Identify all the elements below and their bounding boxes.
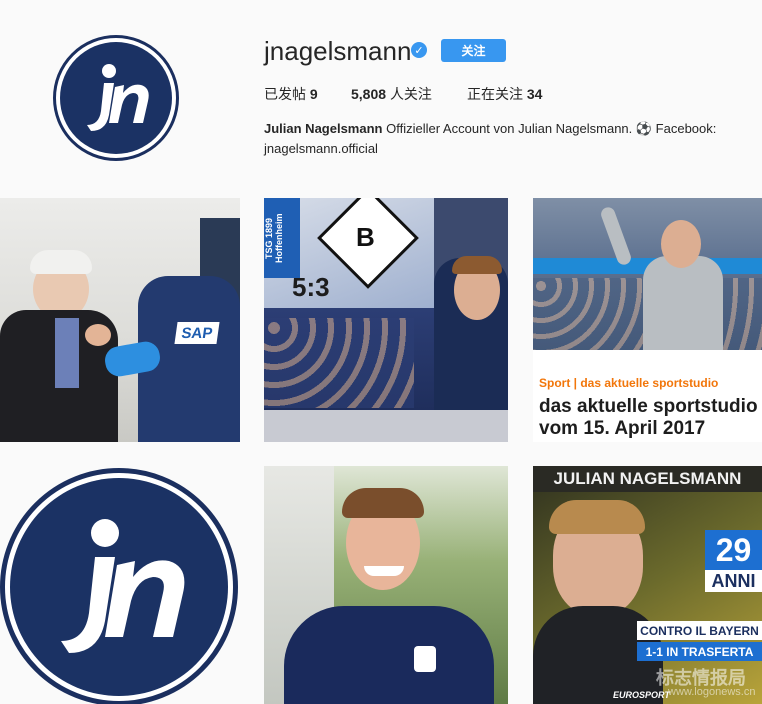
score-text: 5:3 [292, 272, 330, 302]
coach-hair [549, 500, 645, 534]
person-shirt [55, 318, 79, 388]
profile-avatar[interactable] [53, 35, 179, 161]
crest-letter: B [356, 222, 375, 252]
player-smile [364, 566, 404, 576]
posts-stat[interactable]: 已发帖 9 [264, 84, 318, 104]
post-tile-5[interactable] [264, 466, 508, 704]
profile-bio: Julian Nagelsmann Offizieller Account vo… [264, 119, 754, 159]
age-label: ANNI [705, 570, 762, 592]
username: jnagelsmann [264, 36, 412, 66]
post-tile-3[interactable]: Sport | das aktuelle sportstudio das akt… [533, 198, 762, 442]
headline-line1: CONTRO IL BAYERN [637, 621, 762, 640]
followers-count: 5,808 [351, 86, 387, 102]
follow-button[interactable]: 关注 [441, 39, 506, 62]
eurosport-logo: EUROSPORT [613, 690, 670, 700]
post-tile-1[interactable]: SAP [0, 198, 240, 442]
crowd [264, 318, 414, 408]
followers-stat[interactable]: 5,808 人关注 [351, 84, 432, 104]
following-label: 正在关注 [467, 86, 523, 102]
player-jersey [284, 606, 494, 704]
name-banner: JULIAN NAGELSMANN [533, 466, 762, 492]
post-tile-4[interactable] [0, 466, 240, 704]
jn-logo [10, 478, 228, 696]
verified-badge-icon: ✓ [411, 42, 427, 58]
person-hair [30, 250, 92, 274]
bio-name: Julian Nagelsmann [264, 121, 383, 136]
age-number: 29 [705, 530, 762, 570]
presenter-hair [452, 256, 502, 274]
posts-count: 9 [309, 86, 318, 102]
caption-brand: Sport | das aktuelle sportstudio [539, 376, 719, 390]
jn-logo [60, 42, 172, 154]
caption-title-line1: das aktuelle sportstudio [539, 396, 758, 417]
watermark-url: www.logonews.cn [668, 686, 756, 698]
player-hair [342, 488, 424, 518]
coach-sweater [643, 256, 723, 350]
headline-line2: 1-1 IN TRASFERTA [637, 642, 762, 661]
hoffenheim-sign: TSG 1899 Hoffenheim [264, 198, 300, 278]
coach-head [661, 220, 701, 268]
studio-desk [264, 410, 508, 442]
club-crest-icon [414, 646, 436, 672]
fist-bump-hands [85, 324, 111, 346]
sap-logo: SAP [174, 322, 220, 344]
caption-title-line2: vom 15. April 2017 [539, 418, 706, 439]
followers-label: 人关注 [389, 86, 432, 102]
following-stat[interactable]: 正在关注 34 [467, 84, 542, 104]
post-tile-2[interactable]: TSG 1899 Hoffenheim B 5:3 [264, 198, 508, 442]
following-count: 34 [526, 86, 543, 102]
posts-label: 已发帖 [264, 86, 306, 102]
